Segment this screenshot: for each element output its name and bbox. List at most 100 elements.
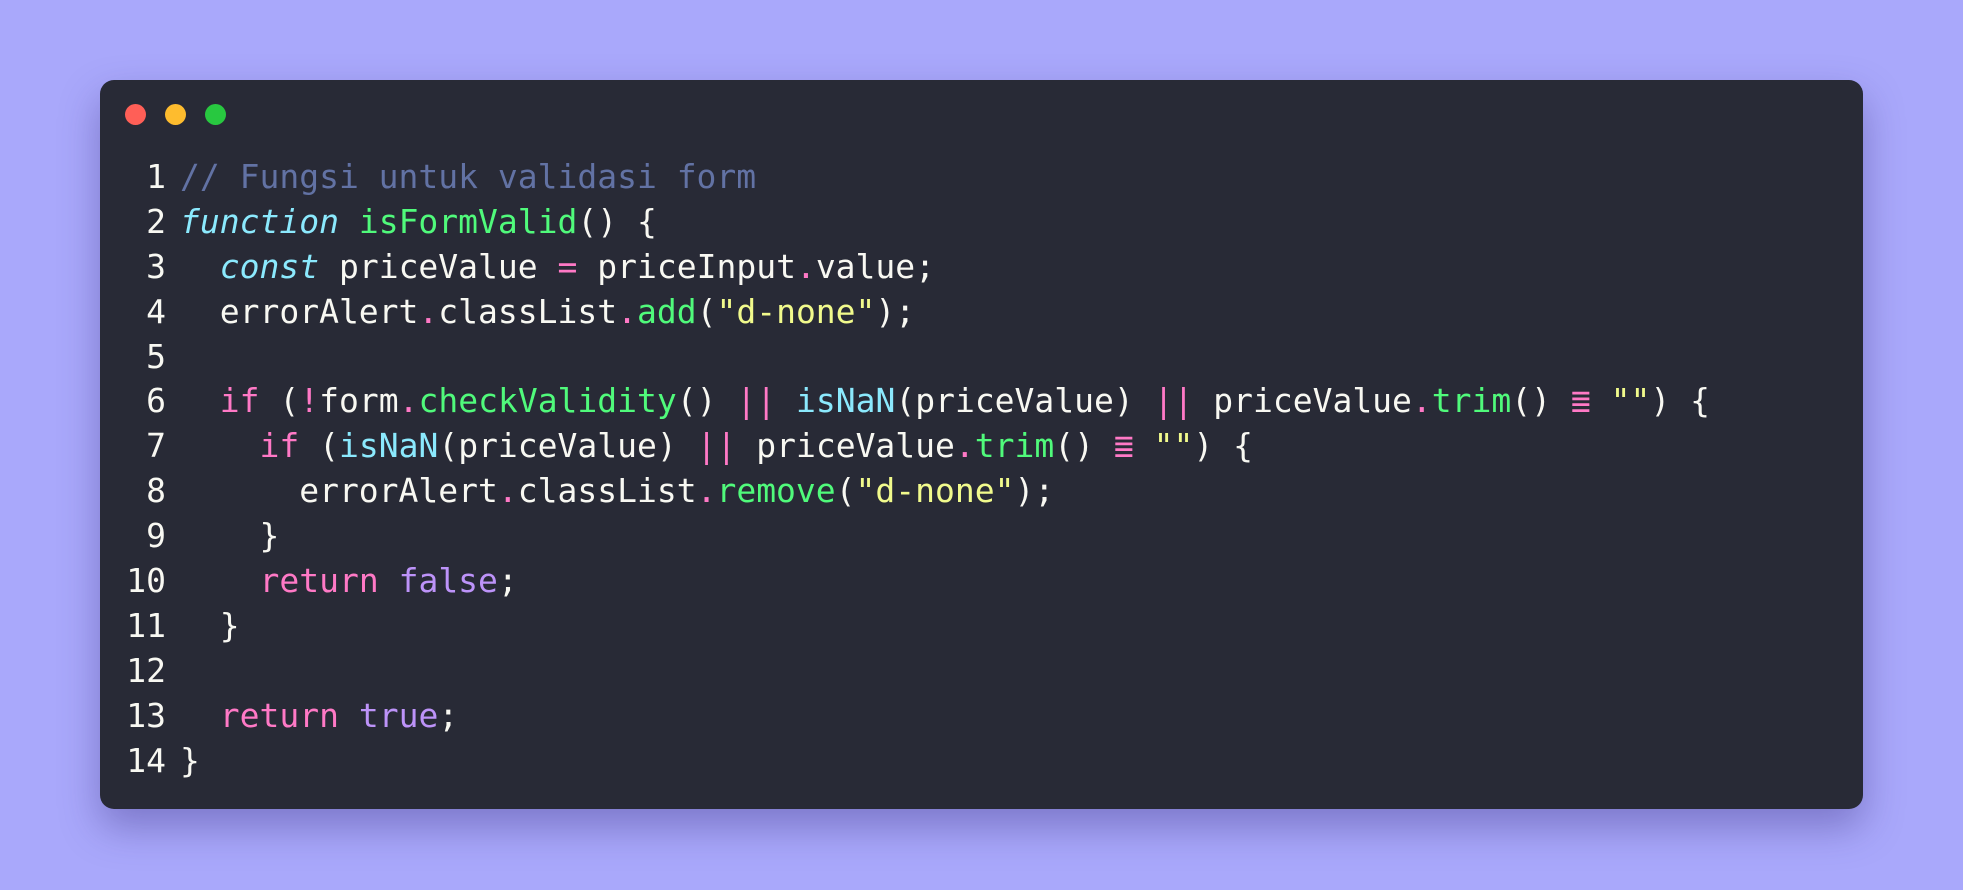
code-token: classList bbox=[517, 471, 697, 511]
code-token: ) { bbox=[1650, 381, 1710, 421]
line-source: errorAlert.classList.remove("d-none"); bbox=[180, 469, 1054, 514]
line-source: const priceValue = priceInput.value; bbox=[180, 245, 935, 290]
code-token: } bbox=[180, 605, 240, 645]
code-token: (priceValue) bbox=[438, 426, 697, 466]
line-source: } bbox=[180, 514, 279, 559]
code-token: "d-none" bbox=[855, 471, 1015, 511]
line-number: 2 bbox=[146, 201, 166, 241]
line-number: 9 bbox=[146, 516, 166, 556]
line-source: if (isNaN(priceValue) || priceValue.trim… bbox=[180, 424, 1253, 469]
line-number: 3 bbox=[146, 246, 166, 286]
code-token: (priceValue) bbox=[895, 381, 1154, 421]
code-token: . bbox=[1411, 381, 1432, 421]
code-token: "" bbox=[1153, 426, 1194, 466]
code-token: () { bbox=[577, 201, 657, 241]
code-token: isNaN bbox=[796, 381, 896, 421]
code-token: ; bbox=[438, 695, 459, 735]
line-source: } bbox=[180, 604, 240, 649]
code-token: ); bbox=[875, 291, 916, 331]
line-number: 6 bbox=[146, 381, 166, 421]
line-number: 11 bbox=[126, 605, 166, 645]
code-token: if bbox=[219, 381, 260, 421]
code-token: priceValue bbox=[736, 426, 955, 466]
code-token: add bbox=[636, 291, 697, 331]
line-source: errorAlert.classList.add("d-none"); bbox=[180, 290, 915, 335]
code-token: checkValidity bbox=[418, 381, 677, 421]
code-token: () bbox=[676, 381, 737, 421]
code-token: const bbox=[219, 246, 320, 286]
code-line: 14} bbox=[100, 739, 1863, 784]
code-window: 1 // Fungsi untuk validasi form 2 function … bbox=[100, 80, 1863, 809]
code-token: if bbox=[259, 426, 300, 466]
code-token: . bbox=[497, 471, 518, 511]
code-token: } bbox=[180, 516, 280, 556]
code-token: ) { bbox=[1193, 426, 1253, 466]
window-controls bbox=[125, 104, 226, 125]
line-number: 1 bbox=[146, 157, 166, 196]
code-token: isFormValid bbox=[358, 201, 578, 241]
code-token: priceValue bbox=[319, 246, 558, 286]
code-line: 6 if (!form.checkValidity() || isNaN(pri… bbox=[100, 379, 1863, 424]
line-number: 10 bbox=[126, 561, 166, 601]
code-token: . bbox=[398, 381, 419, 421]
line-number: 12 bbox=[126, 650, 166, 690]
code-token: errorAlert bbox=[180, 471, 498, 511]
line-number: 14 bbox=[126, 740, 166, 780]
line-source: if (!form.checkValidity() || isNaN(price… bbox=[180, 379, 1710, 424]
code-token: "d-none" bbox=[716, 291, 876, 331]
maximize-button[interactable] bbox=[205, 104, 226, 125]
code-token: ( bbox=[299, 426, 339, 466]
code-token: priceInput bbox=[577, 246, 796, 286]
code-line: 9 } bbox=[100, 514, 1863, 559]
code-token: || bbox=[736, 381, 777, 421]
code-line: 10 return false; bbox=[100, 559, 1863, 604]
code-token: errorAlert bbox=[180, 291, 419, 331]
code-token: "" bbox=[1610, 381, 1651, 421]
code-line: 3 const priceValue = priceInput.value; bbox=[100, 245, 1863, 290]
code-token: value; bbox=[815, 246, 936, 286]
line-number: 13 bbox=[126, 695, 166, 735]
code-token: ); bbox=[1014, 471, 1055, 511]
code-token: ; bbox=[497, 561, 518, 601]
code-token: remove bbox=[716, 471, 836, 511]
code-token: = bbox=[557, 246, 578, 286]
line-source: } bbox=[180, 739, 200, 784]
minimize-button[interactable] bbox=[165, 104, 186, 125]
code-token: ! bbox=[299, 381, 320, 421]
code-token: // Fungsi untuk validasi form bbox=[180, 157, 757, 196]
line-source: return false; bbox=[180, 559, 518, 604]
line-source: return true; bbox=[180, 694, 458, 739]
code-line: 11 } bbox=[100, 604, 1863, 649]
code-token: ≣ bbox=[1113, 426, 1134, 466]
code-token: || bbox=[696, 426, 737, 466]
line-source: // Fungsi untuk validasi form bbox=[180, 155, 756, 200]
line-number: 7 bbox=[146, 426, 166, 466]
line-number: 5 bbox=[146, 336, 166, 376]
code-token: isNaN bbox=[338, 426, 439, 466]
code-token: . bbox=[418, 291, 439, 331]
code-line: 1 // Fungsi untuk validasi form bbox=[100, 155, 1863, 200]
code-line: 8 errorAlert.classList.remove("d-none"); bbox=[100, 469, 1863, 514]
code-token: form bbox=[319, 381, 399, 421]
close-button[interactable] bbox=[125, 104, 146, 125]
code-token: ( bbox=[259, 381, 300, 421]
code-token: . bbox=[696, 471, 717, 511]
code-token: trim bbox=[974, 426, 1055, 466]
code-line: 13 return true; bbox=[100, 694, 1863, 739]
code-block: 1 // Fungsi untuk validasi form 2 function … bbox=[100, 155, 1863, 783]
code-token: ( bbox=[696, 291, 717, 331]
code-line: 12 bbox=[100, 649, 1863, 694]
code-line: 4 errorAlert.classList.add("d-none"); bbox=[100, 290, 1863, 335]
code-token: . bbox=[954, 426, 975, 466]
code-token: } bbox=[180, 740, 200, 780]
